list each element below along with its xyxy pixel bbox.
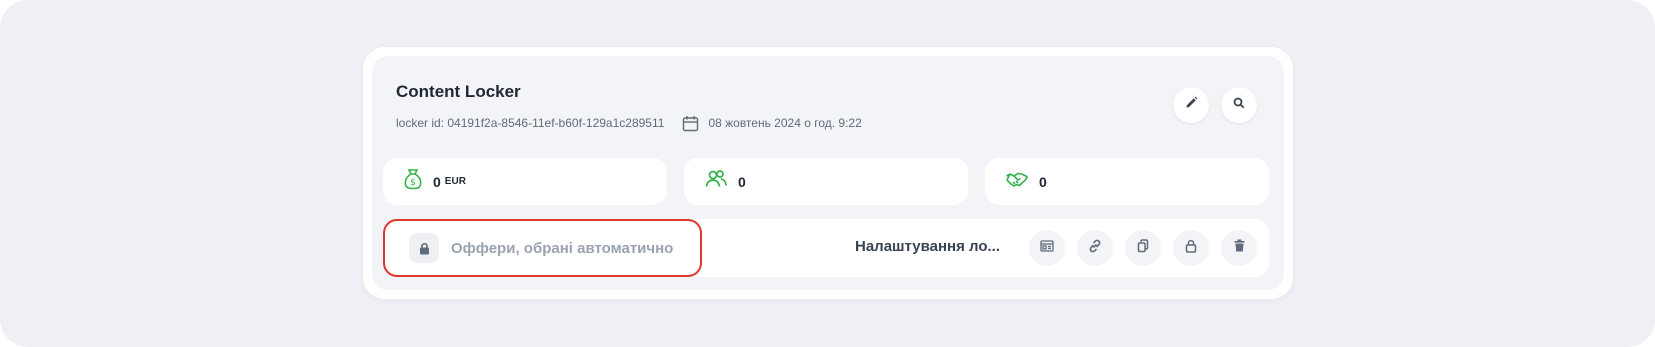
locker-title: Content Locker <box>396 82 521 101</box>
search-icon <box>1233 96 1245 114</box>
users-icon <box>704 169 728 194</box>
calendar-icon <box>682 115 699 132</box>
offers-label: Оффери, обрані автоматично <box>451 239 674 257</box>
locker-date: 08 жовтень 2024 о год. 9:22 <box>708 116 862 130</box>
money-bag-icon: $ <box>403 168 423 195</box>
handshake-icon <box>1005 170 1029 193</box>
locker-id: locker id: 04191f2a-8546-11ef-b60f-129a1… <box>396 116 665 130</box>
link-icon <box>1088 239 1102 258</box>
lock-icon <box>409 233 439 263</box>
stat-users: 0 <box>684 158 968 205</box>
copy-icon <box>1137 238 1149 258</box>
stat-deals: 0 <box>985 158 1269 205</box>
earnings-unit: EUR <box>444 176 466 187</box>
lock-button[interactable] <box>1173 230 1209 266</box>
svg-text:$: $ <box>410 178 416 188</box>
locker-settings-link[interactable]: Налаштування ло... <box>855 238 1000 255</box>
edit-button[interactable] <box>1173 87 1209 123</box>
locker-meta: locker id: 04191f2a-8546-11ef-b60f-129a1… <box>396 115 862 131</box>
deals-value: 0 <box>1039 173 1047 190</box>
stat-earnings: $ 0 EUR <box>383 158 667 205</box>
link-button[interactable] <box>1077 230 1113 266</box>
lock-icon <box>1185 239 1197 258</box>
pencil-icon <box>1185 96 1198 114</box>
layout-button[interactable] <box>1029 230 1065 266</box>
layout-icon <box>1040 239 1054 257</box>
delete-button[interactable] <box>1221 230 1257 266</box>
copy-button[interactable] <box>1125 230 1161 266</box>
earnings-value: 0 <box>433 173 441 190</box>
trash-icon <box>1234 239 1245 257</box>
users-value: 0 <box>738 173 746 190</box>
offers-auto-selector[interactable]: Оффери, обрані автоматично <box>383 219 702 277</box>
search-button[interactable] <box>1221 87 1257 123</box>
